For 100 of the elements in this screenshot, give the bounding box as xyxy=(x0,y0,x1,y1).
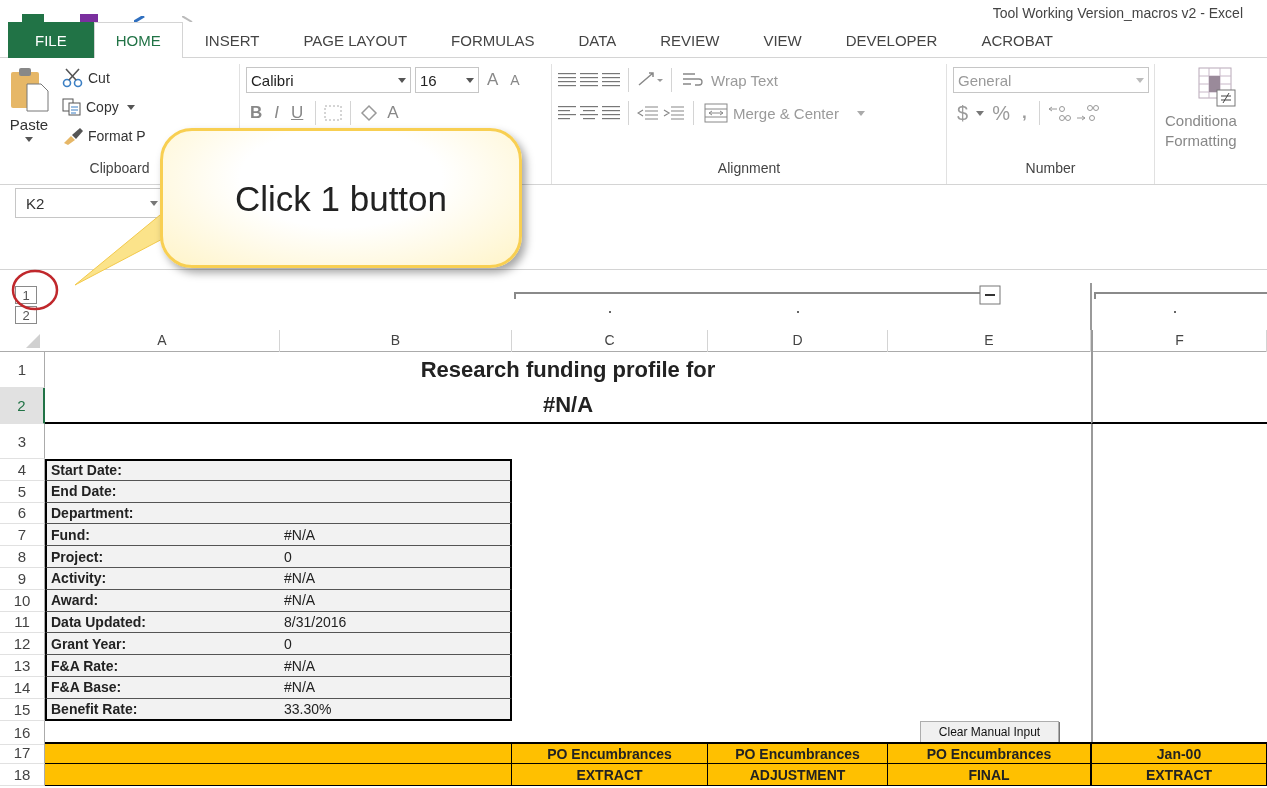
table-cell: Jan-00 xyxy=(1091,742,1267,765)
outline-level-button[interactable]: 2 xyxy=(15,306,37,324)
field-label: Fund: xyxy=(45,524,280,547)
form-icon xyxy=(80,14,98,22)
grow-font-button[interactable]: A xyxy=(483,70,503,90)
caret-icon xyxy=(25,137,33,142)
caret-icon xyxy=(398,77,406,83)
align-left-icon[interactable] xyxy=(558,104,576,122)
highlight-circle xyxy=(10,268,60,312)
table-cell: FINAL xyxy=(888,764,1091,786)
format-painter-button[interactable]: Format P xyxy=(60,124,148,148)
table-cell: PO Encumbrances xyxy=(708,742,888,765)
font-size-field[interactable]: 16 xyxy=(415,67,479,93)
field-value: 8/31/2016 xyxy=(280,611,512,634)
ribbon-tab[interactable]: HOME xyxy=(93,22,183,58)
scissors-icon xyxy=(62,68,84,88)
callout: Click 1 button xyxy=(160,128,522,268)
table-cell: PO Encumbrances xyxy=(512,742,708,765)
outline-level-button[interactable]: 1 xyxy=(15,286,37,304)
field-label: Activity: xyxy=(45,568,280,590)
shrink-font-button[interactable]: A xyxy=(506,72,524,88)
table-cell: EXTRACT xyxy=(1091,764,1267,786)
ribbon-tab[interactable]: VIEW xyxy=(741,22,824,58)
row-header[interactable]: 2 xyxy=(0,388,45,424)
caret-icon xyxy=(1136,77,1144,83)
field-label: F&A Base: xyxy=(45,676,280,699)
font-name-field[interactable]: Calibri xyxy=(246,67,411,93)
field-value: #N/A xyxy=(280,568,512,590)
field-value: #N/A xyxy=(280,655,512,677)
group-label: Number xyxy=(1024,159,1077,178)
table-cell: EXTRACT xyxy=(512,764,708,786)
row-header[interactable]: 16 xyxy=(0,720,45,745)
field-label: Project: xyxy=(45,546,280,568)
increase-decimal-icon[interactable] xyxy=(1047,104,1072,122)
column-header[interactable]: D xyxy=(708,330,888,352)
decrease-indent-icon[interactable] xyxy=(637,105,659,121)
clipboard-icon xyxy=(9,66,49,112)
column-header[interactable]: F xyxy=(1091,330,1267,352)
undo-icon[interactable] xyxy=(134,16,146,22)
field-label: F&A Rate: xyxy=(45,655,280,677)
underline-button[interactable]: U xyxy=(287,103,308,123)
align-bottom-icon[interactable] xyxy=(602,71,620,89)
title-text: #N/A xyxy=(45,388,1091,424)
cut-button[interactable]: Cut xyxy=(60,66,148,90)
collapse-icon[interactable] xyxy=(979,285,1001,305)
copy-icon xyxy=(62,98,82,116)
ribbon-tab[interactable]: INSERT xyxy=(182,22,282,58)
caret-icon xyxy=(150,200,158,206)
column-header[interactable]: C xyxy=(512,330,708,352)
field-value: 0 xyxy=(280,546,512,568)
ribbon-tab[interactable]: DEVELOPER xyxy=(823,22,960,58)
copy-button[interactable]: Copy xyxy=(60,95,148,119)
wrap-text-icon xyxy=(682,71,706,89)
paste-button[interactable]: Paste xyxy=(4,64,54,158)
field-value: 33.30% xyxy=(280,698,512,721)
app-icon xyxy=(22,14,44,22)
field-label: Award: xyxy=(45,589,280,612)
group-label: Clipboard xyxy=(88,159,151,178)
field-label: Benefit Rate: xyxy=(45,698,280,721)
file-tab[interactable]: FILE xyxy=(8,22,94,58)
row-header[interactable]: 3 xyxy=(0,424,45,459)
conditional-formatting-button[interactable]: Conditiona Formatting xyxy=(1161,64,1261,184)
field-label: Data Updated: xyxy=(45,611,280,634)
caret-icon xyxy=(466,77,474,83)
orientation-icon[interactable] xyxy=(637,71,663,89)
ribbon-tab[interactable]: ACROBAT xyxy=(959,22,1075,58)
align-right-icon[interactable] xyxy=(602,104,620,122)
align-center-icon[interactable] xyxy=(580,104,598,122)
table-cell: PO Encumbrances xyxy=(888,742,1091,765)
field-value: #N/A xyxy=(280,524,512,547)
clear-manual-input-button[interactable]: Clear Manual Input xyxy=(919,720,1060,744)
column-header[interactable]: B xyxy=(280,330,512,352)
ribbon-tab[interactable]: PAGE LAYOUT xyxy=(281,22,430,58)
field-label: Department: xyxy=(45,502,280,525)
merge-cells-icon xyxy=(704,103,728,123)
italic-button[interactable]: I xyxy=(270,103,283,123)
field-value: 0 xyxy=(280,633,512,656)
field-value: #N/A xyxy=(280,589,512,612)
ribbon-tab[interactable]: REVIEW xyxy=(638,22,742,58)
caret-icon xyxy=(976,110,985,116)
table-cell: ADJUSTMENT xyxy=(708,764,888,786)
group-label: Alignment xyxy=(716,159,782,178)
column-header[interactable]: E xyxy=(888,330,1091,352)
increase-indent-icon[interactable] xyxy=(663,105,685,121)
ribbon-tab[interactable]: FORMULAS xyxy=(429,22,557,58)
field-label: Start Date: xyxy=(45,459,280,481)
field-label: End Date: xyxy=(45,480,280,503)
align-middle-icon[interactable] xyxy=(580,71,598,89)
redo-icon[interactable] xyxy=(182,16,194,22)
caret-icon xyxy=(126,104,135,110)
field-value: #N/A xyxy=(280,676,512,699)
brush-icon xyxy=(62,127,84,145)
bold-button[interactable]: B xyxy=(246,103,267,123)
caret-icon xyxy=(856,110,865,116)
title-text: Research funding profile for xyxy=(419,356,717,384)
decrease-decimal-icon[interactable] xyxy=(1075,104,1100,122)
align-top-icon[interactable] xyxy=(558,71,576,89)
font-color-button[interactable]: A xyxy=(383,103,403,123)
ribbon-tab[interactable]: DATA xyxy=(556,22,639,58)
column-header[interactable]: A xyxy=(45,330,280,352)
